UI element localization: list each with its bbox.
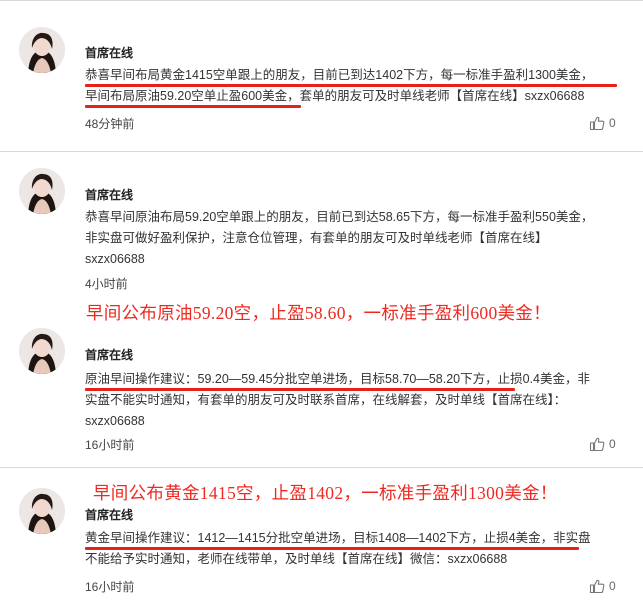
post-text-line: 恭喜早间布局黄金1415空单跟上的朋友，目前已到达1402下方，每一标准手盈利1… (85, 68, 594, 82)
like-button[interactable]: 0 (589, 115, 629, 131)
author-name[interactable]: 首席在线 (85, 44, 133, 61)
post-time: 16小时前 (85, 580, 135, 594)
highlight-underline (85, 547, 579, 550)
post-time: 4小时前 (85, 277, 128, 291)
author-name[interactable]: 首席在线 (85, 506, 133, 523)
author-name[interactable]: 首席在线 (85, 186, 133, 203)
like-count: 0 (609, 116, 616, 130)
post-text-line: 非实盘可做好盈利保护，注意仓位管理，有套单的朋友可及时单线老师【首席在线】 (85, 231, 548, 245)
post-divider (0, 151, 643, 152)
author-name[interactable]: 首席在线 (85, 346, 133, 363)
avatar[interactable] (19, 168, 65, 214)
post-time: 48分钟前 (85, 117, 135, 131)
post-divider (0, 467, 643, 468)
post-divider (0, 0, 643, 1)
post-text-line: 黄金早间操作建议：1412—1415分批空单进场，目标1408—1402下方，止… (85, 531, 591, 545)
like-button[interactable]: 0 (589, 578, 629, 594)
highlight-underline (85, 105, 301, 108)
thumbs-up-icon (589, 437, 605, 452)
thumbs-up-icon (589, 116, 605, 131)
post-text-line: 早间布局原油59.20空单止盈600美金，套单的朋友可及时单线老师【首席在线】s… (85, 89, 585, 103)
post-text-line: 实盘不能实时通知，有套单的朋友可及时联系首席，在线解套，及时单线【首席在线】： (85, 393, 567, 407)
annotation-text: 早间公布黄金1415空，止盈1402，一标准手盈利1300美金！ (93, 483, 558, 503)
highlight-underline (85, 388, 515, 391)
avatar[interactable] (19, 27, 65, 73)
like-count: 0 (609, 437, 616, 451)
post-time: 16小时前 (85, 438, 135, 452)
post-text-line: sxzx06688 (85, 414, 145, 428)
avatar[interactable] (19, 328, 65, 374)
post-text-line: 不能给予实时通知，老师在线带单，及时单线【首席在线】微信：sxzx06688 (85, 552, 508, 566)
post-text-line: 恭喜早间原油布局59.20空单跟上的朋友，目前已到达58.65下方，每一标准手盈… (85, 210, 594, 224)
annotation-text: 早间公布原油59.20空，止盈58.60，一标准手盈利600美金！ (86, 303, 551, 323)
post-text-line: 原油早间操作建议：59.20—59.45分批空单进场，目标58.70—58.20… (85, 372, 591, 386)
highlight-underline (85, 84, 617, 87)
post-text: 原油早间操作建议：59.20—59.45分批空单进场，目标58.70—58.20… (85, 369, 633, 432)
post-text-line: sxzx06688 (85, 252, 145, 266)
like-button[interactable]: 0 (589, 436, 629, 452)
thumbs-up-icon (589, 579, 605, 594)
post-text: 恭喜早间原油布局59.20空单跟上的朋友，目前已到达58.65下方，每一标准手盈… (85, 207, 633, 270)
like-count: 0 (609, 579, 616, 593)
avatar[interactable] (19, 488, 65, 534)
